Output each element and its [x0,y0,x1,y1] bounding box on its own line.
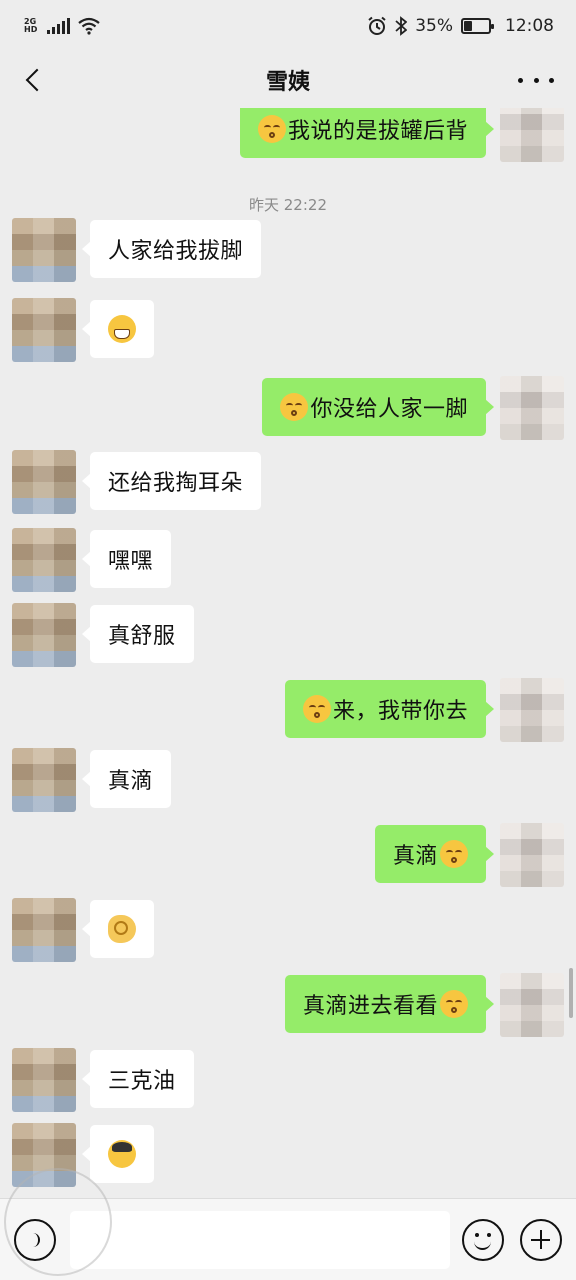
outgoing-message-row: 真滴进去看看 [0,973,576,1037]
clock: 12:08 [505,16,554,36]
chat-title: 雪姨 [265,70,310,95]
network-sub-label: HD [24,25,38,34]
message-bubble[interactable]: 我说的是拔罐后背 [239,108,495,158]
scrollbar[interactable] [569,968,573,1018]
kiss-emoji [440,990,468,1018]
message-bubble[interactable] [82,300,154,358]
incoming-message-row: 还给我掏耳朵 [0,450,576,514]
message-text: 三克油 [108,1069,176,1094]
smiley-icon [474,1241,491,1250]
message-input[interactable] [70,1211,450,1269]
outgoing-message-row: 我说的是拔罐后背 [0,108,576,162]
grin-emoji [108,315,136,343]
contact-avatar[interactable] [12,450,76,514]
incoming-message-row [0,898,576,962]
message-text: 嘿嘿 [108,549,154,574]
my-avatar[interactable] [500,823,564,887]
my-avatar[interactable] [500,678,564,742]
message-bubble[interactable]: 三克油 [82,1050,194,1108]
signal-icon [47,18,71,34]
incoming-message-row: 嘿嘿 [0,528,576,592]
incoming-message-row: 真舒服 [0,603,576,667]
incoming-message-row: 三克油 [0,1048,576,1112]
message-bubble[interactable]: 真滴进去看看 [284,975,495,1033]
outgoing-message-row: 你没给人家一脚 [0,376,576,440]
contact-avatar[interactable] [12,1048,76,1112]
battery-fill [464,21,473,31]
message-list[interactable]: 我说的是拔罐后背昨天 22:22 人家给我拔脚你没给人家一脚还给我掏耳朵 嘿嘿真舒服… [0,108,576,1198]
message-text: 真滴 [392,844,438,869]
plus-button[interactable] [520,1219,562,1261]
message-text: 真舒服 [108,624,176,649]
wifi-icon [78,17,101,35]
ok-hand-emoji [108,915,136,943]
chevron-left-icon [25,68,49,92]
contact-avatar[interactable] [12,898,76,962]
my-avatar[interactable] [500,376,564,440]
kiss-emoji [280,393,309,421]
kiss-emoji [302,695,331,723]
back-button[interactable] [14,60,54,100]
message-text: 来，我带你去 [332,699,468,724]
message-text: 你没给人家一脚 [310,397,468,422]
facepalm-emoji [108,1140,136,1168]
network-type: 2G HD [24,18,37,34]
incoming-message-row [0,298,576,362]
contact-avatar[interactable] [12,603,76,667]
contact-avatar[interactable] [12,748,76,812]
status-bar: 2G HD 35% 12:08 [0,0,576,52]
message-text: 还给我掏耳朵 [108,471,244,496]
message-bubble[interactable]: 真滴 [81,750,172,808]
message-bubble[interactable]: 真滴 [374,825,495,883]
my-avatar[interactable] [500,973,564,1037]
message-text: 真滴 [108,769,154,794]
message-text: 真滴进去看看 [302,994,438,1019]
message-text: 我说的是拔罐后背 [287,119,468,144]
battery-icon [461,18,494,34]
message-bubble[interactable]: 还给我掏耳朵 [81,452,262,510]
incoming-message-row: 真滴 [0,748,576,812]
timestamp: 昨天 22:22 [249,196,327,214]
my-avatar[interactable] [500,108,564,162]
message-text: 人家给我拔脚 [108,239,244,264]
message-bubble[interactable] [82,900,154,958]
contact-avatar[interactable] [12,298,76,362]
message-bubble[interactable]: 人家给我拔脚 [81,220,262,278]
battery-percent: 35% [415,16,453,36]
contact-avatar[interactable] [12,218,76,282]
outgoing-message-row: 真滴 [0,823,576,887]
status-right: 35% 12:08 [367,16,554,36]
emoji-button[interactable] [462,1219,504,1261]
incoming-message-row: 人家给我拔脚 [0,218,576,282]
kiss-emoji [257,115,286,143]
contact-avatar[interactable] [12,528,76,592]
status-left: 2G HD [24,17,101,35]
message-bubble[interactable]: 嘿嘿 [81,530,172,588]
message-bubble[interactable]: 来，我带你去 [284,680,495,738]
alarm-icon [368,16,386,35]
outgoing-message-row: 来，我带你去 [0,678,576,742]
bluetooth-icon [395,16,408,36]
kiss-emoji [440,840,468,868]
message-bubble[interactable] [82,1125,154,1183]
message-bubble[interactable]: 真舒服 [82,605,194,663]
more-button[interactable] [518,64,554,96]
message-bubble[interactable]: 你没给人家一脚 [262,378,494,436]
chat-header: 雪姨 [0,52,576,108]
